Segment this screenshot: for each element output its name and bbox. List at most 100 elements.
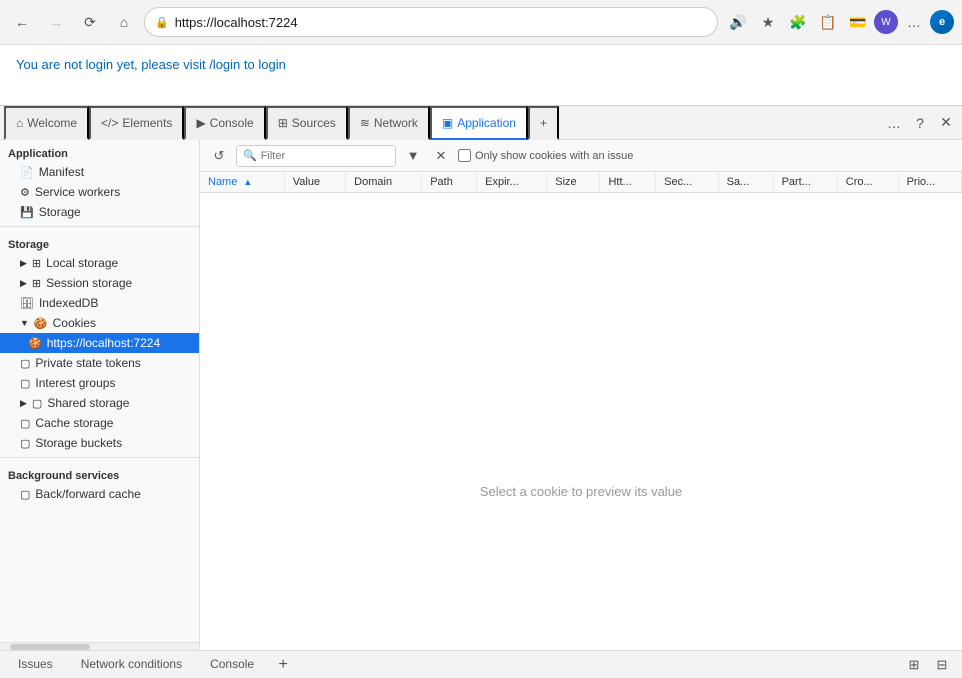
- tab-network[interactable]: ≋ Network: [348, 106, 430, 140]
- bottom-tab-network-conditions[interactable]: Network conditions: [71, 651, 192, 678]
- sidebar-item-session-storage[interactable]: ▶ ⊞ Session storage: [0, 273, 199, 293]
- sidebar-item-indexeddb[interactable]: 🗄 IndexedDB: [0, 293, 199, 313]
- table-row[interactable]: [200, 253, 962, 273]
- page-message: You are not login yet, please visit /log…: [16, 57, 286, 72]
- lock-icon: 🔒: [155, 16, 169, 29]
- devtools-more-btn[interactable]: …: [882, 111, 906, 135]
- edge-icon: e: [930, 10, 954, 34]
- sidebar-divider-2: [0, 457, 199, 458]
- devtools-help-btn[interactable]: ?: [908, 111, 932, 135]
- table-row[interactable]: [200, 193, 962, 213]
- table-row[interactable]: [200, 313, 962, 333]
- tab-sources[interactable]: ⊞ Sources: [266, 106, 348, 140]
- tab-application[interactable]: ▣ Application: [430, 106, 528, 140]
- panel-toolbar: ↺ 🔍 ▼ ✕ Only show cookies with an issue: [200, 140, 962, 172]
- devtools-tab-actions: … ? ✕: [882, 111, 958, 135]
- browser-wallet-btn[interactable]: 💳: [844, 8, 872, 36]
- refresh-cookies-btn[interactable]: ↺: [208, 145, 230, 167]
- filter-input[interactable]: [261, 150, 361, 162]
- col-cross[interactable]: Cro...: [837, 172, 898, 193]
- table-row[interactable]: [200, 273, 962, 293]
- refresh-button[interactable]: ⟳: [76, 8, 104, 36]
- sidebar-item-service-workers[interactable]: ⚙ Service workers: [0, 182, 199, 202]
- local-storage-arrow: ▶: [20, 258, 27, 269]
- issues-only-checkbox[interactable]: [458, 149, 471, 162]
- address-bar[interactable]: 🔒 https://localhost:7224: [144, 7, 718, 37]
- col-secure[interactable]: Sec...: [656, 172, 719, 193]
- col-domain[interactable]: Domain: [346, 172, 422, 193]
- forward-button[interactable]: →: [42, 8, 70, 36]
- col-priority[interactable]: Prio...: [898, 172, 961, 193]
- filter-box[interactable]: 🔍: [236, 145, 396, 167]
- col-name[interactable]: Name ▲: [200, 172, 284, 193]
- sources-icon: ⊞: [278, 116, 288, 130]
- service-workers-icon: ⚙: [20, 186, 30, 199]
- devtools-tabs: ⌂ Welcome </> Elements ▶ Console ⊞ Sourc…: [0, 106, 962, 140]
- undock-btn[interactable]: ⊞: [902, 653, 926, 677]
- back-button[interactable]: ←: [8, 8, 36, 36]
- sidebar-item-private-state-tokens[interactable]: ▢ Private state tokens: [0, 353, 199, 373]
- sidebar-item-storage-main[interactable]: 💾 Storage: [0, 202, 199, 222]
- indexeddb-icon: 🗄: [20, 297, 34, 310]
- tab-elements[interactable]: </> Elements: [89, 106, 184, 140]
- sidebar-hscroll-thumb: [10, 644, 90, 650]
- home-button[interactable]: ⌂: [110, 8, 138, 36]
- elements-icon: </>: [101, 116, 118, 130]
- interest-groups-icon: ▢: [20, 377, 30, 390]
- favorites-btn[interactable]: ★: [754, 8, 782, 36]
- sidebar-item-local-storage[interactable]: ▶ ⊞ Local storage: [0, 253, 199, 273]
- clear-filter-btn[interactable]: ✕: [430, 145, 452, 167]
- tab-console[interactable]: ▶ Console: [184, 106, 265, 140]
- sidebar-section-storage: Storage: [0, 231, 199, 253]
- extensions-btn[interactable]: 🧩: [784, 8, 812, 36]
- table-top: Name ▲ Value Domain Path Expir... Size H…: [200, 172, 962, 333]
- sidebar-item-interest-groups[interactable]: ▢ Interest groups: [0, 373, 199, 393]
- table-row[interactable]: [200, 233, 962, 253]
- col-http[interactable]: Htt...: [600, 172, 656, 193]
- dock-btn[interactable]: ⊟: [930, 653, 954, 677]
- menu-dots-btn[interactable]: …: [900, 8, 928, 36]
- collections-btn[interactable]: 📋: [814, 8, 842, 36]
- col-expires[interactable]: Expir...: [477, 172, 547, 193]
- sidebar-divider-1: [0, 226, 199, 227]
- shared-storage-icon: ▢: [32, 397, 42, 410]
- cookies-localhost-icon: 🍪: [28, 337, 42, 350]
- col-partition[interactable]: Part...: [773, 172, 837, 193]
- tab-welcome[interactable]: ⌂ Welcome: [4, 106, 89, 140]
- devtools-close-btn[interactable]: ✕: [934, 111, 958, 135]
- sidebar-item-manifest[interactable]: 📄 Manifest: [0, 162, 199, 182]
- read-aloud-btn[interactable]: 🔊: [724, 8, 752, 36]
- table-row[interactable]: [200, 293, 962, 313]
- table-row[interactable]: [200, 213, 962, 233]
- sidebar-item-shared-storage[interactable]: ▶ ▢ Shared storage: [0, 393, 199, 413]
- table-empty-state: Select a cookie to preview its value: [200, 333, 962, 651]
- sidebar-item-cache-storage[interactable]: ▢ Cache storage: [0, 413, 199, 433]
- add-tab-btn[interactable]: +: [272, 654, 294, 676]
- sidebar-item-cookies-localhost[interactable]: 🍪 https://localhost:7224: [0, 333, 199, 353]
- console-icon: ▶: [196, 116, 205, 130]
- bottom-tab-console-bottom[interactable]: Console: [200, 651, 264, 678]
- tab-add-btn[interactable]: +: [528, 106, 559, 140]
- col-size[interactable]: Size: [547, 172, 600, 193]
- manifest-icon: 📄: [20, 166, 34, 179]
- filter-dropdown-btn[interactable]: ▼: [402, 145, 424, 167]
- sidebar-hscroll[interactable]: [0, 642, 199, 650]
- profile-icon[interactable]: W: [874, 10, 898, 34]
- devtools-sidebar: Application 📄 Manifest ⚙ Service workers…: [0, 140, 200, 650]
- table-header: Name ▲ Value Domain Path Expir... Size H…: [200, 172, 962, 193]
- session-storage-arrow: ▶: [20, 278, 27, 289]
- sidebar-item-storage-buckets[interactable]: ▢ Storage buckets: [0, 433, 199, 453]
- sort-arrow: ▲: [243, 177, 252, 187]
- sidebar-item-cookies[interactable]: ▼ 🍪 Cookies: [0, 313, 199, 333]
- welcome-icon: ⌂: [16, 116, 23, 130]
- session-storage-icon: ⊞: [32, 277, 41, 290]
- bottom-tab-issues[interactable]: Issues: [8, 651, 63, 678]
- sidebar-item-back-forward-cache[interactable]: ▢ Back/forward cache: [0, 484, 199, 504]
- col-value[interactable]: Value: [284, 172, 345, 193]
- network-icon: ≋: [360, 116, 370, 130]
- col-samesite[interactable]: Sa...: [718, 172, 773, 193]
- issues-only-checkbox-label[interactable]: Only show cookies with an issue: [458, 149, 633, 162]
- table-area: Name ▲ Value Domain Path Expir... Size H…: [200, 172, 962, 650]
- col-path[interactable]: Path: [422, 172, 477, 193]
- sidebar-scroll-wrapper: Application 📄 Manifest ⚙ Service workers…: [0, 140, 199, 642]
